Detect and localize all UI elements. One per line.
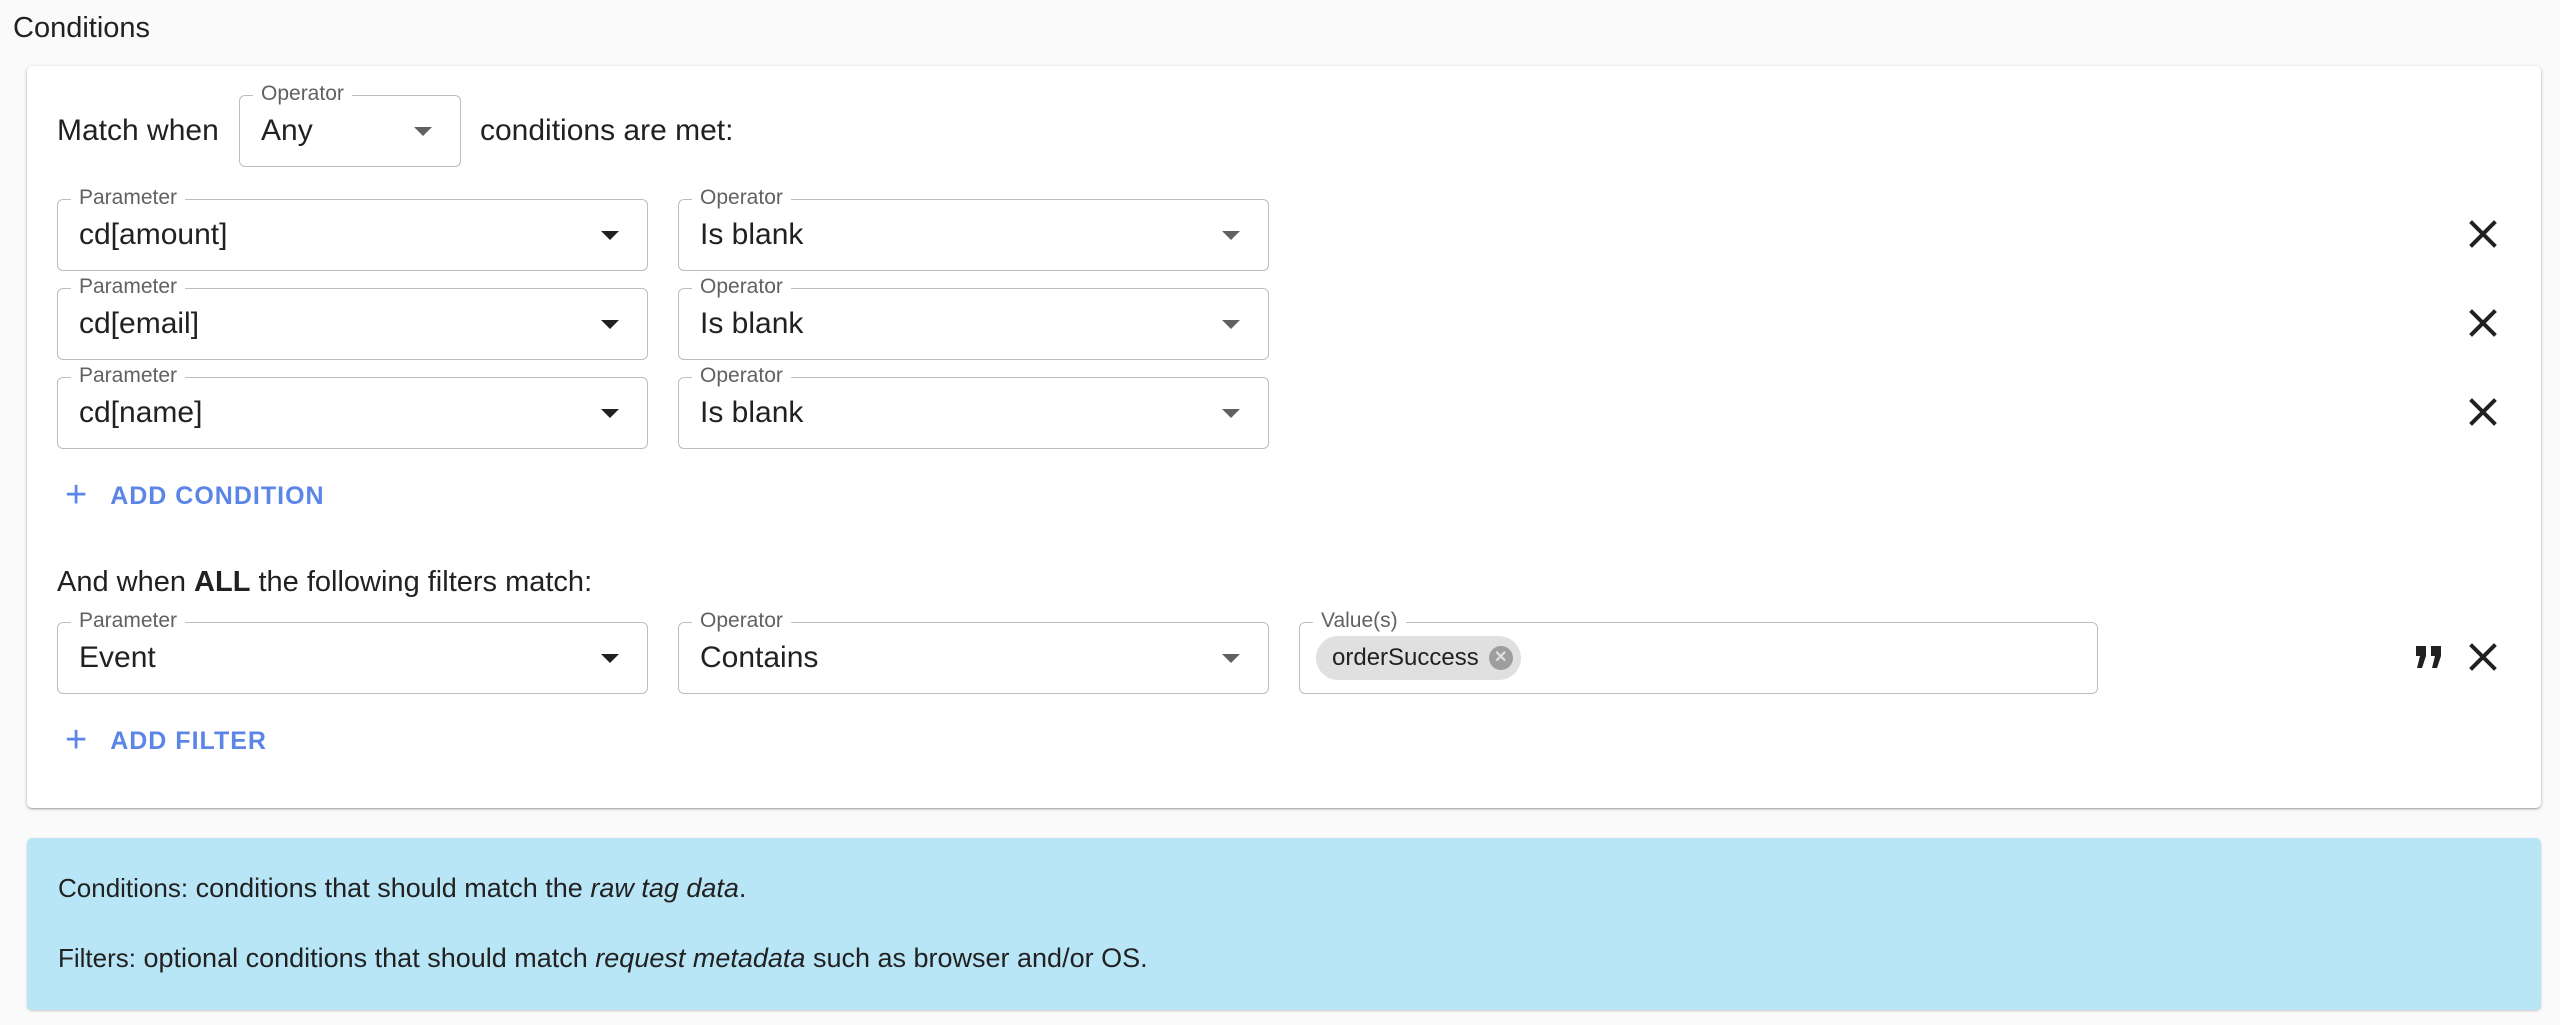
- parameter-legend: Parameter: [71, 364, 186, 388]
- close-icon: [2469, 643, 2497, 671]
- operator-value: Is blank: [700, 218, 804, 251]
- conditions-term: Conditions:: [58, 873, 189, 903]
- condition-operator-select[interactable]: Operator Is blank: [678, 275, 1269, 360]
- operator-value: Is blank: [700, 307, 804, 340]
- operator-legend: Operator: [692, 364, 791, 388]
- chevron-down-icon: [601, 654, 619, 663]
- conditions-info-line: Conditions: conditions that should match…: [58, 873, 746, 904]
- operator-legend: Operator: [692, 609, 791, 633]
- values-legend: Value(s): [1313, 609, 1406, 633]
- close-icon: [2469, 309, 2497, 337]
- value-chip[interactable]: orderSuccess ✕: [1316, 636, 1521, 680]
- remove-condition-button[interactable]: [2463, 214, 2503, 254]
- chevron-down-icon: [1222, 231, 1240, 240]
- filters-heading-prefix: And when: [57, 566, 195, 598]
- chevron-down-icon: [1222, 654, 1240, 663]
- operator-legend: Operator: [692, 275, 791, 299]
- parameter-value: cd[amount]: [79, 218, 228, 251]
- chevron-down-icon: [1222, 320, 1240, 329]
- chevron-down-icon: [601, 231, 619, 240]
- chip-label: orderSuccess: [1332, 644, 1479, 671]
- remove-condition-button[interactable]: [2463, 392, 2503, 432]
- conditions-met-label: conditions are met:: [480, 114, 734, 147]
- filters-heading: And when ALL the following filters match…: [57, 566, 592, 599]
- filters-heading-suffix: the following filters match:: [250, 566, 593, 598]
- parameter-legend: Parameter: [71, 609, 186, 633]
- parameter-legend: Parameter: [71, 186, 186, 210]
- remove-condition-button[interactable]: [2463, 303, 2503, 343]
- filters-italic: request metadata: [595, 943, 806, 973]
- condition-parameter-select[interactable]: Parameter cd[amount]: [57, 186, 648, 271]
- chevron-down-icon: [601, 409, 619, 418]
- condition-operator-select[interactable]: Operator Is blank: [678, 364, 1269, 449]
- conditions-italic: raw tag data: [590, 873, 739, 903]
- close-icon: [2469, 398, 2497, 426]
- condition-parameter-select[interactable]: Parameter cd[name]: [57, 364, 648, 449]
- parameter-legend: Parameter: [71, 275, 186, 299]
- add-filter-button[interactable]: + ADD FILTER: [65, 719, 267, 761]
- plus-icon: +: [65, 719, 89, 761]
- parameter-value: cd[name]: [79, 396, 203, 429]
- chevron-down-icon: [1222, 409, 1240, 418]
- filters-heading-emphasis: ALL: [194, 566, 251, 598]
- filters-end: such as browser and/or OS.: [805, 943, 1148, 973]
- add-filter-label: ADD FILTER: [110, 727, 267, 755]
- conditions-end: .: [738, 873, 747, 903]
- filter-values-input[interactable]: Value(s) orderSuccess ✕: [1299, 609, 2098, 694]
- plus-icon: +: [65, 474, 89, 516]
- filters-term: Filters:: [58, 943, 136, 973]
- filters-text: optional conditions that should match: [136, 943, 596, 973]
- operator-legend: Operator: [692, 186, 791, 210]
- condition-operator-select[interactable]: Operator Is blank: [678, 186, 1269, 271]
- match-operator-legend: Operator: [253, 82, 352, 106]
- section-title: Conditions: [13, 12, 151, 44]
- conditions-card: Match when Operator Any conditions are m…: [27, 66, 2541, 808]
- quote-values-button[interactable]: [2409, 637, 2449, 677]
- chevron-down-icon: [414, 127, 432, 136]
- filter-parameter-select[interactable]: Parameter Event: [57, 609, 648, 694]
- format-quote-icon: [2416, 646, 2441, 668]
- add-condition-label: ADD CONDITION: [110, 482, 325, 510]
- conditions-text: conditions that should match the: [188, 873, 591, 903]
- match-operator-select[interactable]: Operator Any: [239, 82, 461, 167]
- parameter-value: Event: [79, 641, 156, 674]
- filters-info-line: Filters: optional conditions that should…: [58, 943, 1148, 974]
- close-icon: [2469, 220, 2497, 248]
- add-condition-button[interactable]: + ADD CONDITION: [65, 474, 325, 516]
- operator-value: Is blank: [700, 396, 804, 429]
- parameter-value: cd[email]: [79, 307, 200, 340]
- match-operator-value: Any: [261, 114, 313, 147]
- info-box: Conditions: conditions that should match…: [27, 838, 2541, 1010]
- condition-parameter-select[interactable]: Parameter cd[email]: [57, 275, 648, 360]
- filter-operator-select[interactable]: Operator Contains: [678, 609, 1269, 694]
- match-when-label: Match when: [57, 114, 219, 147]
- chevron-down-icon: [601, 320, 619, 329]
- operator-value: Contains: [700, 641, 819, 674]
- remove-filter-button[interactable]: [2463, 637, 2503, 677]
- cancel-circle-icon[interactable]: ✕: [1488, 646, 1513, 670]
